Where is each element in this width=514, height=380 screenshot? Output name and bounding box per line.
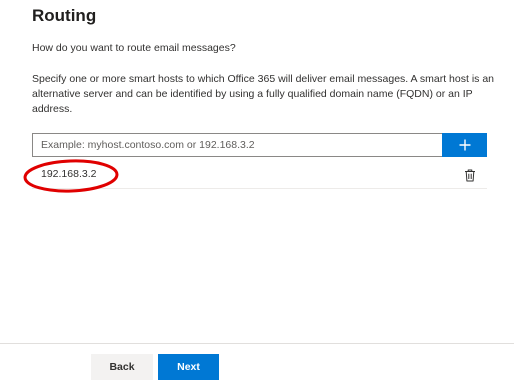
next-button[interactable]: Next xyxy=(158,354,219,380)
red-circle-annotation xyxy=(23,159,119,193)
add-smart-host-button[interactable] xyxy=(442,133,487,157)
smart-host-input[interactable] xyxy=(32,133,442,157)
smart-host-description: Specify one or more smart hosts to which… xyxy=(32,73,494,115)
smart-host-row: 192.168.3.2 xyxy=(32,162,487,189)
plus-icon xyxy=(459,139,470,151)
smart-host-value: 192.168.3.2 xyxy=(41,168,97,180)
footer-divider xyxy=(0,343,514,344)
delete-smart-host-button[interactable] xyxy=(461,166,479,184)
trash-icon xyxy=(465,169,475,181)
page-title: Routing xyxy=(32,6,97,25)
routing-question: How do you want to route email messages? xyxy=(32,42,236,54)
back-button[interactable]: Back xyxy=(91,354,153,380)
